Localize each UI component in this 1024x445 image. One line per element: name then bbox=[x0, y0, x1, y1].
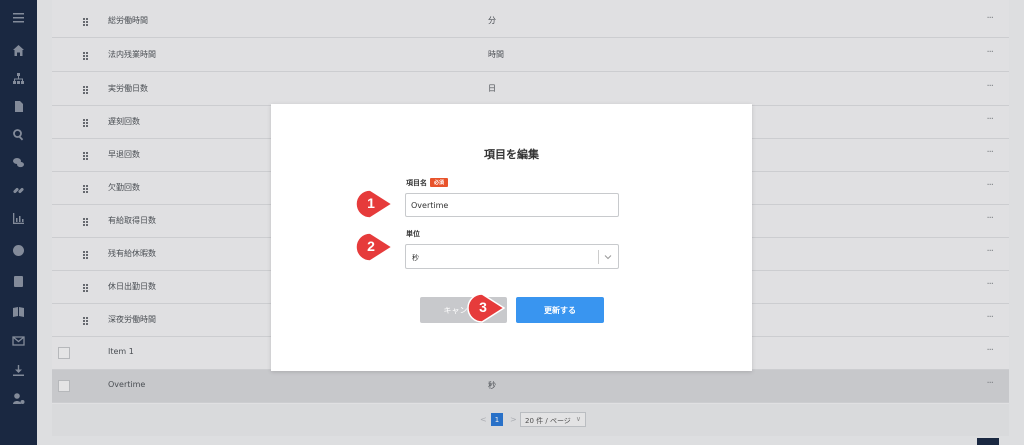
required-badge: 必須 bbox=[430, 178, 449, 187]
dialog-title: 項目を編集 bbox=[484, 148, 539, 161]
unit-field-label: 単位 bbox=[406, 230, 420, 238]
update-button[interactable]: 更新する bbox=[516, 297, 604, 323]
step-marker-number: 2 bbox=[367, 238, 375, 254]
step-marker-number: 3 bbox=[479, 299, 487, 315]
select-separator bbox=[598, 250, 599, 264]
unit-select[interactable]: 秒 bbox=[405, 244, 619, 269]
name-field-label: 項目名 必須 bbox=[406, 178, 449, 188]
step-marker-2: 2 bbox=[355, 232, 393, 262]
step-marker-number: 1 bbox=[367, 195, 375, 211]
step-marker-1: 1 bbox=[355, 189, 393, 219]
item-name-input[interactable] bbox=[405, 193, 619, 217]
edit-item-dialog: 項目を編集 項目名必須 単位 秒 キャンセル 更新する bbox=[271, 104, 752, 371]
unit-select-value: 秒 bbox=[412, 254, 419, 262]
name-label-text: 項目名 bbox=[406, 179, 427, 187]
chevron-down-icon bbox=[604, 255, 612, 260]
step-marker-3: 3 bbox=[467, 293, 505, 323]
